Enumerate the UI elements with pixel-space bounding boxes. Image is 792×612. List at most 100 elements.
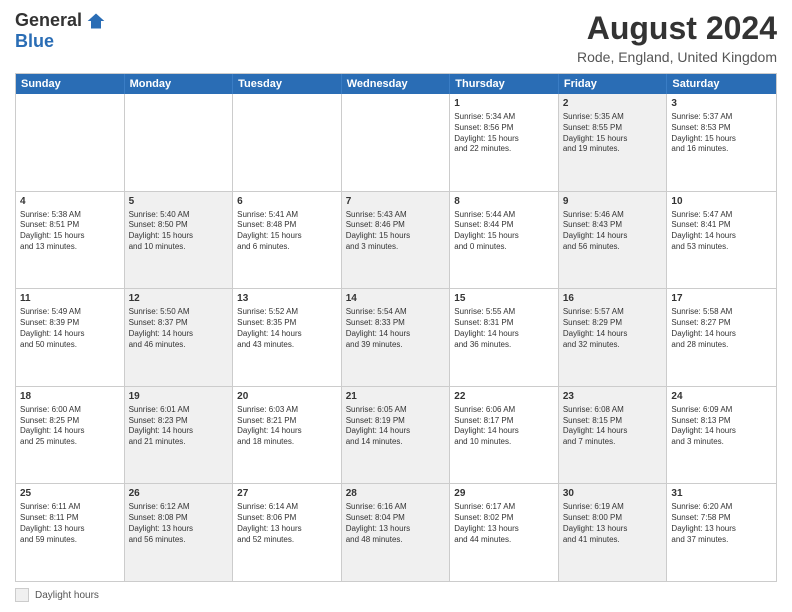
day-number: 15 [454, 292, 554, 306]
month-year: August 2024 [577, 10, 777, 47]
calendar-cell: 4Sunrise: 5:38 AM Sunset: 8:51 PM Daylig… [16, 192, 125, 289]
week-row: 1Sunrise: 5:34 AM Sunset: 8:56 PM Daylig… [16, 94, 776, 192]
footer-legend: Daylight hours [15, 588, 777, 602]
calendar-cell: 25Sunrise: 6:11 AM Sunset: 8:11 PM Dayli… [16, 484, 125, 581]
calendar-cell: 3Sunrise: 5:37 AM Sunset: 8:53 PM Daylig… [667, 94, 776, 191]
calendar-cell: 10Sunrise: 5:47 AM Sunset: 8:41 PM Dayli… [667, 192, 776, 289]
day-header: Thursday [450, 74, 559, 94]
calendar-cell [16, 94, 125, 191]
cell-info: Sunrise: 5:55 AM Sunset: 8:31 PM Dayligh… [454, 307, 554, 350]
week-row: 4Sunrise: 5:38 AM Sunset: 8:51 PM Daylig… [16, 192, 776, 290]
cell-info: Sunrise: 5:44 AM Sunset: 8:44 PM Dayligh… [454, 210, 554, 253]
logo-general-text: General [15, 10, 82, 31]
day-header: Wednesday [342, 74, 451, 94]
cell-info: Sunrise: 5:46 AM Sunset: 8:43 PM Dayligh… [563, 210, 663, 253]
cell-info: Sunrise: 6:17 AM Sunset: 8:02 PM Dayligh… [454, 502, 554, 545]
cell-info: Sunrise: 5:35 AM Sunset: 8:55 PM Dayligh… [563, 112, 663, 155]
day-number: 21 [346, 390, 446, 404]
day-number: 27 [237, 487, 337, 501]
day-number: 1 [454, 97, 554, 111]
day-number: 13 [237, 292, 337, 306]
day-number: 14 [346, 292, 446, 306]
calendar-cell: 5Sunrise: 5:40 AM Sunset: 8:50 PM Daylig… [125, 192, 234, 289]
cell-info: Sunrise: 6:16 AM Sunset: 8:04 PM Dayligh… [346, 502, 446, 545]
cell-info: Sunrise: 6:11 AM Sunset: 8:11 PM Dayligh… [20, 502, 120, 545]
cell-info: Sunrise: 6:12 AM Sunset: 8:08 PM Dayligh… [129, 502, 229, 545]
calendar-cell: 30Sunrise: 6:19 AM Sunset: 8:00 PM Dayli… [559, 484, 668, 581]
cell-info: Sunrise: 6:01 AM Sunset: 8:23 PM Dayligh… [129, 405, 229, 448]
day-number: 26 [129, 487, 229, 501]
day-number: 7 [346, 195, 446, 209]
day-number: 19 [129, 390, 229, 404]
calendar-cell: 21Sunrise: 6:05 AM Sunset: 8:19 PM Dayli… [342, 387, 451, 484]
cell-info: Sunrise: 6:03 AM Sunset: 8:21 PM Dayligh… [237, 405, 337, 448]
day-number: 28 [346, 487, 446, 501]
calendar-cell: 27Sunrise: 6:14 AM Sunset: 8:06 PM Dayli… [233, 484, 342, 581]
day-header: Friday [559, 74, 668, 94]
cell-info: Sunrise: 6:08 AM Sunset: 8:15 PM Dayligh… [563, 405, 663, 448]
day-number: 10 [671, 195, 772, 209]
cell-info: Sunrise: 6:00 AM Sunset: 8:25 PM Dayligh… [20, 405, 120, 448]
calendar-cell: 9Sunrise: 5:46 AM Sunset: 8:43 PM Daylig… [559, 192, 668, 289]
day-number: 30 [563, 487, 663, 501]
calendar-cell: 24Sunrise: 6:09 AM Sunset: 8:13 PM Dayli… [667, 387, 776, 484]
cell-info: Sunrise: 6:14 AM Sunset: 8:06 PM Dayligh… [237, 502, 337, 545]
day-number: 23 [563, 390, 663, 404]
day-header: Monday [125, 74, 234, 94]
day-number: 3 [671, 97, 772, 111]
cell-info: Sunrise: 5:38 AM Sunset: 8:51 PM Dayligh… [20, 210, 120, 253]
calendar-cell: 16Sunrise: 5:57 AM Sunset: 8:29 PM Dayli… [559, 289, 668, 386]
calendar-cell: 12Sunrise: 5:50 AM Sunset: 8:37 PM Dayli… [125, 289, 234, 386]
day-number: 2 [563, 97, 663, 111]
legend-box [15, 588, 29, 602]
cell-info: Sunrise: 6:06 AM Sunset: 8:17 PM Dayligh… [454, 405, 554, 448]
week-row: 18Sunrise: 6:00 AM Sunset: 8:25 PM Dayli… [16, 387, 776, 485]
day-header: Saturday [667, 74, 776, 94]
calendar-cell: 14Sunrise: 5:54 AM Sunset: 8:33 PM Dayli… [342, 289, 451, 386]
day-headers: SundayMondayTuesdayWednesdayThursdayFrid… [16, 74, 776, 94]
cell-info: Sunrise: 5:41 AM Sunset: 8:48 PM Dayligh… [237, 210, 337, 253]
day-number: 9 [563, 195, 663, 209]
calendar-cell: 19Sunrise: 6:01 AM Sunset: 8:23 PM Dayli… [125, 387, 234, 484]
calendar-cell: 2Sunrise: 5:35 AM Sunset: 8:55 PM Daylig… [559, 94, 668, 191]
calendar-cell: 31Sunrise: 6:20 AM Sunset: 7:58 PM Dayli… [667, 484, 776, 581]
logo: General Blue [15, 10, 106, 52]
calendar-cell: 26Sunrise: 6:12 AM Sunset: 8:08 PM Dayli… [125, 484, 234, 581]
day-number: 8 [454, 195, 554, 209]
location: Rode, England, United Kingdom [577, 49, 777, 65]
day-number: 18 [20, 390, 120, 404]
cell-info: Sunrise: 6:20 AM Sunset: 7:58 PM Dayligh… [671, 502, 772, 545]
calendar-cell: 20Sunrise: 6:03 AM Sunset: 8:21 PM Dayli… [233, 387, 342, 484]
day-number: 24 [671, 390, 772, 404]
cell-info: Sunrise: 5:50 AM Sunset: 8:37 PM Dayligh… [129, 307, 229, 350]
day-number: 5 [129, 195, 229, 209]
calendar-cell: 22Sunrise: 6:06 AM Sunset: 8:17 PM Dayli… [450, 387, 559, 484]
title-area: August 2024 Rode, England, United Kingdo… [577, 10, 777, 65]
weeks: 1Sunrise: 5:34 AM Sunset: 8:56 PM Daylig… [16, 94, 776, 581]
cell-info: Sunrise: 5:58 AM Sunset: 8:27 PM Dayligh… [671, 307, 772, 350]
day-header: Tuesday [233, 74, 342, 94]
day-number: 11 [20, 292, 120, 306]
day-number: 16 [563, 292, 663, 306]
cell-info: Sunrise: 5:47 AM Sunset: 8:41 PM Dayligh… [671, 210, 772, 253]
calendar-cell: 28Sunrise: 6:16 AM Sunset: 8:04 PM Dayli… [342, 484, 451, 581]
cell-info: Sunrise: 5:34 AM Sunset: 8:56 PM Dayligh… [454, 112, 554, 155]
week-row: 25Sunrise: 6:11 AM Sunset: 8:11 PM Dayli… [16, 484, 776, 581]
calendar-cell: 11Sunrise: 5:49 AM Sunset: 8:39 PM Dayli… [16, 289, 125, 386]
day-number: 20 [237, 390, 337, 404]
day-number: 4 [20, 195, 120, 209]
cell-info: Sunrise: 6:09 AM Sunset: 8:13 PM Dayligh… [671, 405, 772, 448]
day-number: 17 [671, 292, 772, 306]
page: General Blue August 2024 Rode, England, … [0, 0, 792, 612]
calendar-cell: 7Sunrise: 5:43 AM Sunset: 8:46 PM Daylig… [342, 192, 451, 289]
week-row: 11Sunrise: 5:49 AM Sunset: 8:39 PM Dayli… [16, 289, 776, 387]
cell-info: Sunrise: 5:43 AM Sunset: 8:46 PM Dayligh… [346, 210, 446, 253]
calendar-cell: 15Sunrise: 5:55 AM Sunset: 8:31 PM Dayli… [450, 289, 559, 386]
cell-info: Sunrise: 6:05 AM Sunset: 8:19 PM Dayligh… [346, 405, 446, 448]
day-number: 12 [129, 292, 229, 306]
calendar-cell: 18Sunrise: 6:00 AM Sunset: 8:25 PM Dayli… [16, 387, 125, 484]
logo-blue-text: Blue [15, 31, 54, 52]
calendar-cell [233, 94, 342, 191]
day-number: 6 [237, 195, 337, 209]
calendar-cell: 1Sunrise: 5:34 AM Sunset: 8:56 PM Daylig… [450, 94, 559, 191]
